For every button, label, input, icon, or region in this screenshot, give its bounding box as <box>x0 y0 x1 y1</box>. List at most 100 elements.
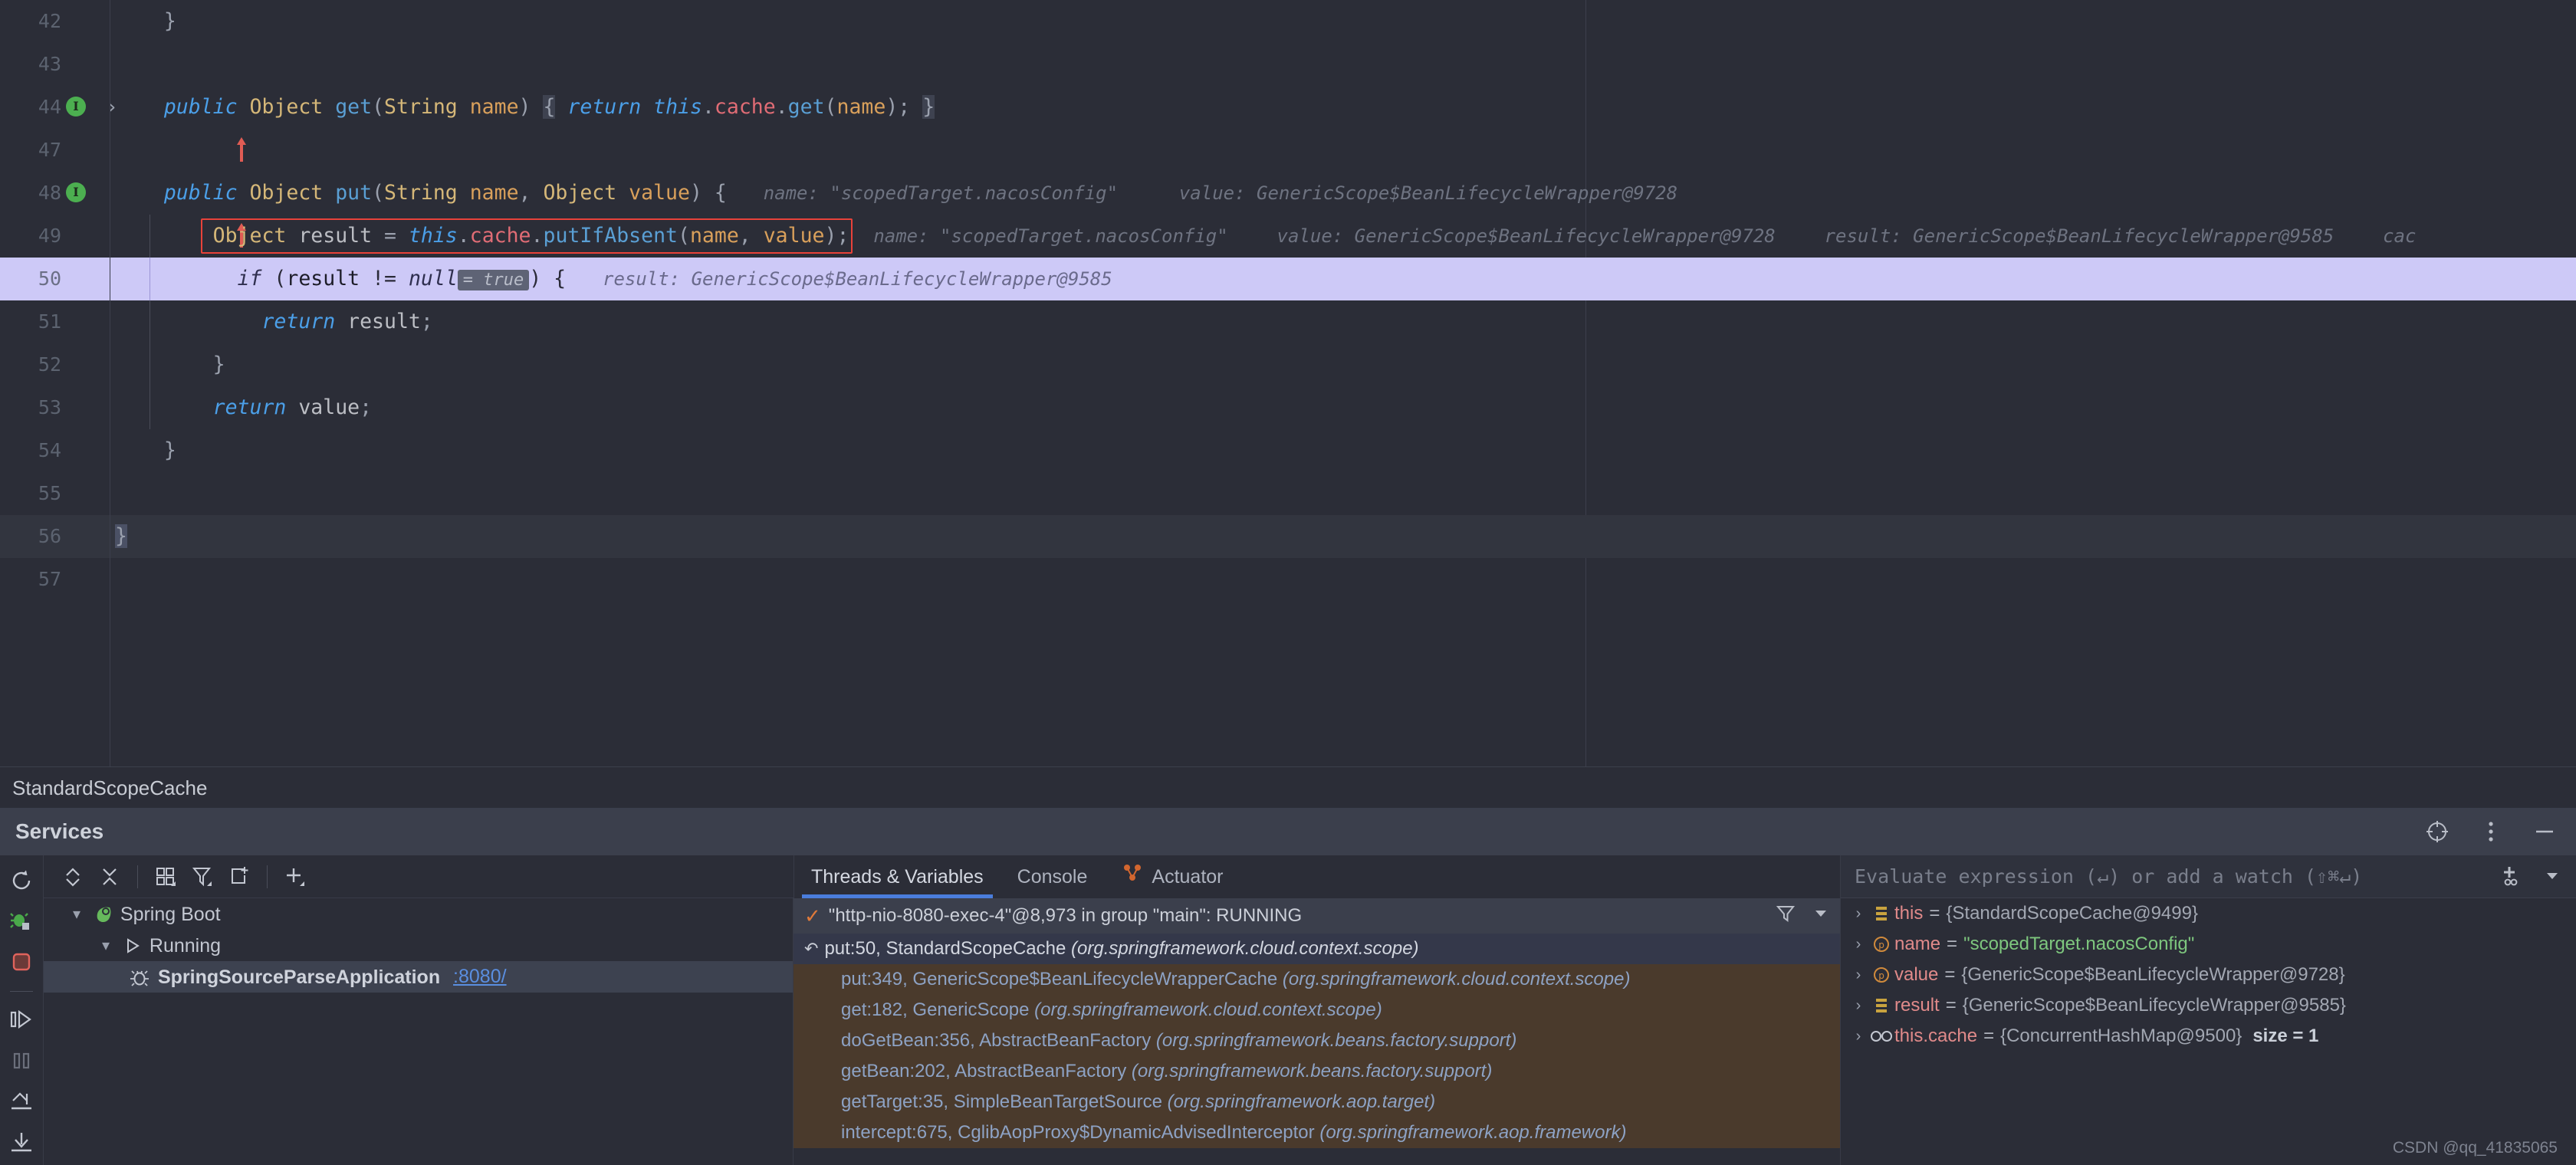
chevron-right-icon[interactable]: › <box>1848 960 1868 990</box>
code-line[interactable]: 57 <box>0 558 2576 601</box>
line-content: } <box>115 9 176 33</box>
variable-name: name <box>1894 934 1941 954</box>
watch-actions[interactable] <box>2499 855 2561 898</box>
field-icon <box>1868 905 1894 922</box>
tree-item-running[interactable]: ▾ Running <box>44 930 793 961</box>
variable-row[interactable]: › this = {StandardScopeCache@9499} <box>1841 898 2576 929</box>
override-arrow-icon[interactable] <box>89 179 247 248</box>
thread-bar-actions[interactable] <box>1776 898 1829 934</box>
tree-item-application[interactable]: SpringSourceParseApplication :8080/ <box>44 961 793 993</box>
chevron-right-icon[interactable]: › <box>1848 1021 1868 1052</box>
evaluate-expression-bar[interactable]: Evaluate expression (↵) or add a watch (… <box>1841 855 2576 898</box>
variable-row[interactable]: › p value = {GenericScope$BeanLifecycleW… <box>1841 960 2576 990</box>
inline-hint: cac <box>2383 225 2417 247</box>
code-line[interactable]: 56 } <box>0 515 2576 558</box>
thread-status-bar[interactable]: ✓ "http-nio-8080-exec-4"@8,973 in group … <box>794 898 1840 934</box>
line-content: return result; <box>261 310 433 333</box>
code-line[interactable]: 49 Object result = this.cache.putIfAbsen… <box>0 215 2576 258</box>
watch-input-placeholder[interactable]: Evaluate expression (↵) or add a watch (… <box>1855 865 2362 888</box>
code-lines[interactable]: 42 } 43 44 I › public Object get(String … <box>0 0 2576 766</box>
pause-icon[interactable] <box>5 1043 38 1078</box>
services-tree[interactable]: ▾ Spring Boot ▾ Running SpringSourcePars… <box>44 898 794 1165</box>
chevron-down-icon[interactable] <box>2544 867 2561 888</box>
frame-row[interactable]: doGetBean:356, AbstractBeanFactory (org.… <box>794 1026 1840 1056</box>
code-line[interactable]: 51 return result; <box>0 300 2576 343</box>
code-line[interactable]: 43 <box>0 43 2576 86</box>
frame-row[interactable]: ↶ put:50, StandardScopeCache (org.springf… <box>794 934 1840 964</box>
more-vertical-icon[interactable] <box>2478 819 2504 845</box>
variable-row[interactable]: › this.cache = {ConcurrentHashMap@9500} … <box>1841 1021 2576 1052</box>
resume-icon[interactable] <box>5 1003 38 1037</box>
expand-collapse-icon[interactable] <box>54 858 91 895</box>
services-header-actions[interactable] <box>2424 808 2558 855</box>
chevron-down-icon[interactable]: ▾ <box>96 930 116 962</box>
variables-panel[interactable]: Evaluate expression (↵) or add a watch (… <box>1840 855 2576 1165</box>
frame-row[interactable]: put:349, GenericScope$BeanLifecycleWrapp… <box>794 964 1840 995</box>
variable-value: {GenericScope$BeanLifecycleWrapper@9585} <box>1962 995 2346 1016</box>
toolbar-divider <box>267 865 268 888</box>
frame-row[interactable]: getTarget:35, SimpleBeanTargetSource (or… <box>794 1087 1840 1117</box>
tab-actuator[interactable]: Actuator <box>1104 855 1240 898</box>
thread-running-check-icon: ✓ <box>804 904 821 927</box>
variable-row[interactable]: › p name = "scopedTarget.nacosConfig" <box>1841 929 2576 960</box>
debug-toolbar[interactable] <box>0 855 44 1165</box>
variable-row[interactable]: › result = {GenericScope$BeanLifecycleWr… <box>1841 990 2576 1021</box>
variable-value: {GenericScope$BeanLifecycleWrapper@9728} <box>1961 964 2345 985</box>
code-line[interactable]: 53 return value; <box>0 386 2576 429</box>
collapse-all-icon[interactable] <box>91 858 128 895</box>
frame-row[interactable]: get:182, GenericScope (org.springframewo… <box>794 995 1840 1026</box>
chevron-down-icon[interactable]: ▾ <box>67 899 87 930</box>
code-line-current[interactable]: 50 if (result != null = true) { result: G… <box>0 258 2576 300</box>
code-line[interactable]: 44 I › public Object get(String name) { … <box>0 86 2576 162</box>
code-line[interactable]: 48 I public Object put(String name, Obje… <box>0 172 2576 248</box>
chevron-down-icon[interactable] <box>1812 905 1829 927</box>
line-content: public Object put(String name, Object va… <box>115 181 1678 205</box>
frame-row[interactable]: intercept:675, CglibAopProxy$DynamicAdvi… <box>794 1117 1840 1148</box>
code-line[interactable]: 55 <box>0 472 2576 515</box>
line-content: } <box>115 438 176 462</box>
frame-row[interactable]: getBean:202, AbstractBeanFactory (org.sp… <box>794 1056 1840 1087</box>
tab-threads-variables[interactable]: Threads & Variables <box>794 855 1001 898</box>
crosshair-icon[interactable] <box>2424 819 2450 845</box>
idea-window: 42 } 43 44 I › public Object get(String … <box>0 0 2576 1165</box>
breadcrumb[interactable]: StandardScopeCache <box>0 766 2576 808</box>
code-editor[interactable]: 42 } 43 44 I › public Object get(String … <box>0 0 2576 766</box>
gutter-markers[interactable]: I <box>66 172 247 248</box>
services-tree-toolbar[interactable] <box>44 855 794 898</box>
debug-icon[interactable] <box>5 904 38 938</box>
code-line[interactable]: 47 <box>0 129 2576 172</box>
chevron-right-icon[interactable]: › <box>1848 898 1868 929</box>
rerun-icon[interactable] <box>5 863 38 898</box>
filter-icon[interactable] <box>184 858 221 895</box>
line-content: if (result != null = true) { result: Gene… <box>237 267 1112 290</box>
override-arrow-icon[interactable] <box>89 93 247 162</box>
chevron-right-icon[interactable]: › <box>1848 929 1868 960</box>
add-service-icon[interactable] <box>277 858 314 895</box>
frame-method: intercept:675, CglibAopProxy$DynamicAdvi… <box>841 1122 1315 1143</box>
stop-icon[interactable] <box>5 944 38 979</box>
chevron-right-icon[interactable]: › <box>1848 990 1868 1021</box>
filter-icon[interactable] <box>1776 904 1796 929</box>
minimize-icon[interactable] <box>2532 819 2558 845</box>
group-by-icon[interactable] <box>147 858 184 895</box>
tree-item-spring-boot[interactable]: ▾ Spring Boot <box>44 898 793 930</box>
gutter-markers[interactable]: I › <box>66 86 247 162</box>
services-header: Services <box>0 808 2576 855</box>
add-tab-icon[interactable] <box>221 858 258 895</box>
line-number: 47 <box>38 139 61 161</box>
port-link[interactable]: :8080/ <box>453 966 507 987</box>
code-line[interactable]: 52 } <box>0 343 2576 386</box>
code-line[interactable]: 54 } <box>0 429 2576 472</box>
add-watch-icon[interactable] <box>2499 864 2522 891</box>
debug-tabs[interactable]: Threads & Variables Console Actuator <box>794 855 1840 898</box>
call-stack-frames[interactable]: ↶ put:50, StandardScopeCache (org.springf… <box>794 934 1840 1165</box>
watch-icon <box>1868 1029 1894 1044</box>
variable-name: result <box>1894 995 1940 1016</box>
code-line[interactable]: 42 } <box>0 0 2576 43</box>
step-into-icon[interactable] <box>5 1124 38 1159</box>
tab-console[interactable]: Console <box>1001 855 1105 898</box>
step-out-icon[interactable] <box>5 1084 38 1118</box>
implementation-icon[interactable]: I <box>66 97 86 116</box>
implementation-icon[interactable]: I <box>66 182 86 202</box>
frame-package: (org.springframework.cloud.context.scope… <box>1071 938 1419 959</box>
